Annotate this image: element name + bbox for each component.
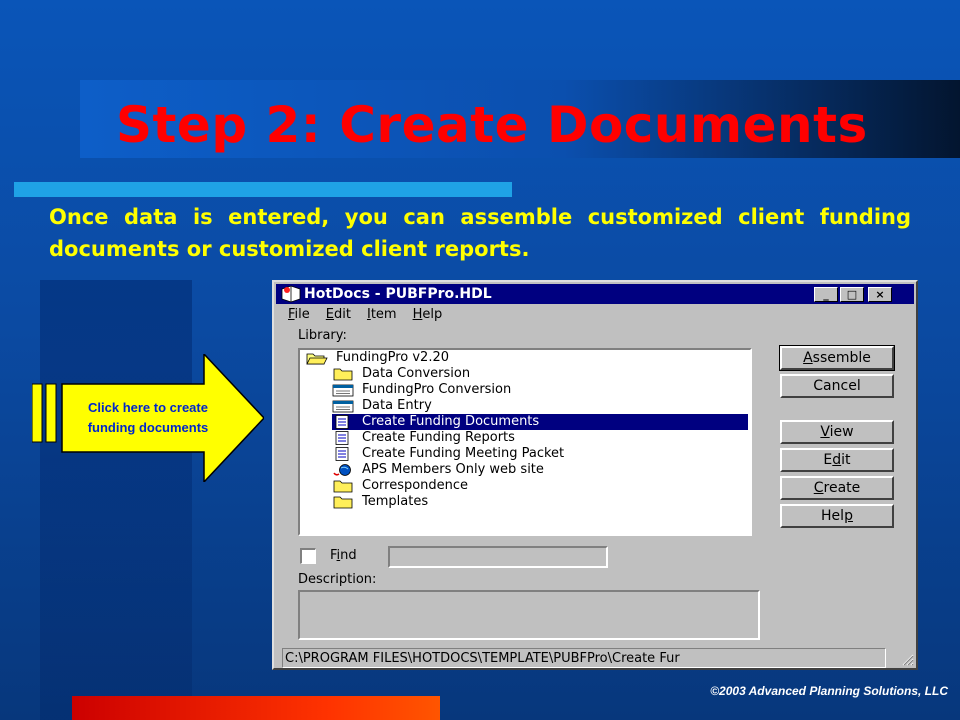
find-input[interactable] xyxy=(388,546,608,568)
document-icon xyxy=(335,447,349,461)
find-checkbox[interactable] xyxy=(300,548,316,564)
hotdocs-app-icon xyxy=(281,285,301,303)
slide-title: Step 2: Create Documents xyxy=(116,96,868,154)
find-label: Find xyxy=(330,548,357,563)
document-icon xyxy=(335,415,349,429)
library-label: Library: xyxy=(298,328,347,343)
intro-text: Once data is entered, you can assemble c… xyxy=(49,205,911,261)
decorative-bar xyxy=(72,696,440,720)
folder-icon xyxy=(333,480,353,493)
menu-bar: File Edit Item Help xyxy=(280,306,450,324)
description-label: Description: xyxy=(298,572,377,587)
folder-icon xyxy=(333,496,353,509)
web-link-icon xyxy=(333,464,351,476)
open-folder-icon xyxy=(306,353,328,365)
description-box xyxy=(298,590,760,640)
list-item[interactable]: APS Members Only web site xyxy=(332,462,544,478)
resize-grip-icon[interactable] xyxy=(900,652,914,666)
form-icon xyxy=(332,384,354,397)
form-icon xyxy=(332,400,354,413)
list-item[interactable]: FundingPro v2.20 xyxy=(306,350,449,366)
edit-button[interactable]: Edit xyxy=(780,448,894,472)
minimize-button[interactable]: _ xyxy=(814,287,838,302)
hotdocs-window: HotDocs - PUBFPro.HDL _ □ × File Edit It… xyxy=(272,280,918,670)
list-item[interactable]: Create Funding Meeting Packet xyxy=(332,446,564,462)
assemble-button[interactable]: Assemble xyxy=(779,345,895,371)
window-titlebar[interactable]: HotDocs - PUBFPro.HDL _ □ × xyxy=(276,284,914,304)
window-title: HotDocs - PUBFPro.HDL xyxy=(304,286,492,302)
list-item[interactable]: FundingPro Conversion xyxy=(332,382,511,398)
status-path: C:\PROGRAM FILES\HOTDOCS\TEMPLATE\PUBFPr… xyxy=(282,648,886,668)
list-item[interactable]: Correspondence xyxy=(332,478,468,494)
library-list[interactable]: FundingPro v2.20 Data Conversion Funding… xyxy=(298,348,752,536)
menu-item[interactable]: Item xyxy=(359,306,405,324)
list-item[interactable]: Data Entry xyxy=(332,398,432,414)
background-stripe xyxy=(40,280,192,720)
document-icon xyxy=(335,431,349,445)
view-button[interactable]: View xyxy=(780,420,894,444)
menu-file[interactable]: File xyxy=(280,306,318,324)
maximize-button[interactable]: □ xyxy=(840,287,864,302)
copyright-notice: ©2003 Advanced Planning Solutions, LLC xyxy=(710,684,948,698)
menu-help[interactable]: Help xyxy=(405,306,451,324)
help-button[interactable]: Help xyxy=(780,504,894,528)
create-button[interactable]: Create xyxy=(780,476,894,500)
accent-bar xyxy=(14,182,512,197)
cancel-button[interactable]: Cancel xyxy=(780,374,894,398)
list-item-selected[interactable]: Create Funding Documents xyxy=(332,414,544,430)
list-item[interactable]: Templates xyxy=(332,494,428,510)
callout-text: Click here to create funding documents xyxy=(87,400,209,435)
menu-edit[interactable]: Edit xyxy=(318,306,359,324)
folder-icon xyxy=(333,368,353,381)
close-button[interactable]: × xyxy=(868,287,892,302)
list-item[interactable]: Create Funding Reports xyxy=(332,430,515,446)
list-item[interactable]: Data Conversion xyxy=(332,366,470,382)
